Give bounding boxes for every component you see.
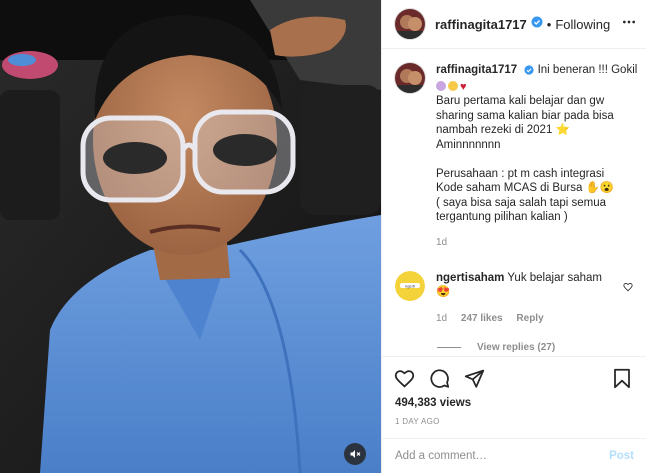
caption-line: Kode saham MCAS di Bursa ✋😮 xyxy=(436,182,615,195)
comments-section[interactable]: raffinagita1717 Ini beneran !!! Gokil ♥ … xyxy=(382,49,646,356)
post-time-ago[interactable]: 1 DAY AGO xyxy=(395,417,440,426)
caption-first-line: Ini beneran !!! Gokil xyxy=(537,64,638,76)
red-heart-icon: ♥ xyxy=(460,80,467,93)
comment-like-heart-icon[interactable] xyxy=(623,279,633,297)
caption-time[interactable]: 1d xyxy=(436,237,447,248)
view-replies-label: View replies (27) xyxy=(477,342,556,354)
comment-icon[interactable] xyxy=(429,368,450,394)
view-replies-button[interactable]: View replies (27) xyxy=(437,342,646,353)
comment-text: Yuk belajar saham xyxy=(507,271,603,284)
audio-muted-icon xyxy=(350,450,361,458)
comment-meta: 1d 247 likes Reply xyxy=(436,312,641,327)
video-player[interactable] xyxy=(0,0,381,473)
caption-emoji-row: ♥ xyxy=(436,80,641,95)
caption-line: nambah rezeki di 2021 ⭐ xyxy=(436,124,570,137)
bookmark-icon[interactable] xyxy=(613,368,631,394)
commenter-avatar[interactable]: ngerti xyxy=(395,270,425,301)
following-button[interactable]: Following xyxy=(555,17,610,32)
reply-button[interactable]: Reply xyxy=(516,313,543,324)
caption-meta: 1d xyxy=(436,236,641,251)
post-comment-button[interactable]: Post xyxy=(609,450,634,462)
author-avatar[interactable] xyxy=(395,9,425,39)
comment-emoji-line: 😍 xyxy=(436,286,451,299)
post-header: raffinagita1717 • Following xyxy=(382,0,646,49)
comment-item: ngerti ngertisaham Yuk belajar saham 😍 1… xyxy=(395,270,646,327)
svg-text:ngerti: ngerti xyxy=(405,283,415,288)
comment-likes[interactable]: 247 likes xyxy=(461,313,503,324)
grin-emoji-icon xyxy=(448,80,458,91)
more-options-icon[interactable] xyxy=(621,14,637,35)
verified-badge-icon xyxy=(524,65,534,80)
caption: raffinagita1717 Ini beneran !!! Gokil ♥ … xyxy=(395,63,646,251)
comment-body: ngertisaham Yuk belajar saham 😍 1d 247 l… xyxy=(436,271,641,327)
caption-line: Aminnnnnnn xyxy=(436,138,501,151)
post-side-panel: raffinagita1717 • Following raffinagita1… xyxy=(381,0,646,473)
pray-emoji-icon xyxy=(436,80,446,91)
caption-line: ( saya bisa saja salah tapi semua xyxy=(436,196,607,209)
comment-time[interactable]: 1d xyxy=(436,313,447,324)
verified-badge-icon xyxy=(531,15,543,33)
caption-line: Perusahaan : pt m cash integrasi xyxy=(436,167,605,180)
separator-dot: • xyxy=(546,16,552,32)
post-actions: 494,383 views 1 DAY AGO xyxy=(382,356,646,438)
comment-input[interactable] xyxy=(395,450,610,462)
replies-divider-line xyxy=(437,347,461,349)
author-username[interactable]: raffinagita1717 xyxy=(435,17,527,32)
view-count[interactable]: 494,383 views xyxy=(395,397,471,409)
share-icon[interactable] xyxy=(464,368,485,394)
heart-icon[interactable] xyxy=(394,368,415,394)
mute-button[interactable] xyxy=(344,443,366,465)
add-comment-bar: Post xyxy=(382,438,646,473)
caption-body: raffinagita1717 Ini beneran !!! Gokil ♥ … xyxy=(436,63,641,251)
video-frame xyxy=(0,0,381,473)
caption-username[interactable]: raffinagita1717 xyxy=(436,64,517,76)
caption-line: sharing sama kalian biar pada bisa xyxy=(436,109,614,122)
caption-line: Baru pertama kali belajar dan gw xyxy=(436,95,605,108)
caption-avatar[interactable] xyxy=(395,63,425,93)
action-buttons xyxy=(394,368,499,394)
comment-username[interactable]: ngertisaham xyxy=(436,272,504,284)
caption-line: tergantung pilihan kalian ) xyxy=(436,211,568,224)
